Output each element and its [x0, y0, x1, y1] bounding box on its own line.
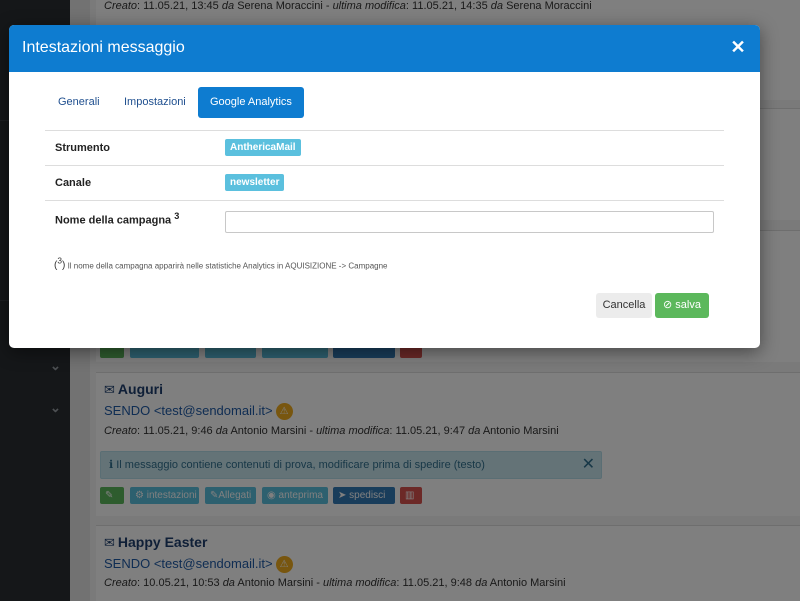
close-icon[interactable]: ✕	[728, 36, 748, 58]
footnote-marker: 3	[174, 211, 180, 221]
channel-label: Canale	[55, 177, 92, 189]
tab-general[interactable]: Generali	[46, 87, 112, 118]
modal-header: Intestazioni messaggio ✕	[9, 25, 760, 72]
tool-badge: AnthericaMail	[225, 139, 301, 156]
check-circle-icon: ⊘	[663, 299, 673, 311]
campaign-name-input[interactable]	[225, 211, 714, 233]
campaign-label: Nome della campagna 3	[55, 211, 180, 227]
campaign-footnote: (3) Il nome della campagna apparirà nell…	[54, 256, 388, 272]
tool-row: Strumento AnthericaMail	[45, 130, 724, 165]
channel-badge: newsletter	[225, 174, 285, 191]
save-button[interactable]: ⊘ salva	[655, 293, 709, 318]
cancel-button[interactable]: Cancella	[596, 293, 652, 318]
message-headers-modal: Intestazioni messaggio ✕ Generali Impost…	[9, 25, 760, 348]
tab-settings[interactable]: Impostazioni	[112, 87, 198, 118]
tool-label: Strumento	[55, 142, 110, 154]
modal-title: Intestazioni messaggio	[22, 39, 185, 56]
tab-google-analytics[interactable]: Google Analytics	[198, 87, 304, 118]
channel-row: Canale newsletter	[45, 165, 724, 200]
